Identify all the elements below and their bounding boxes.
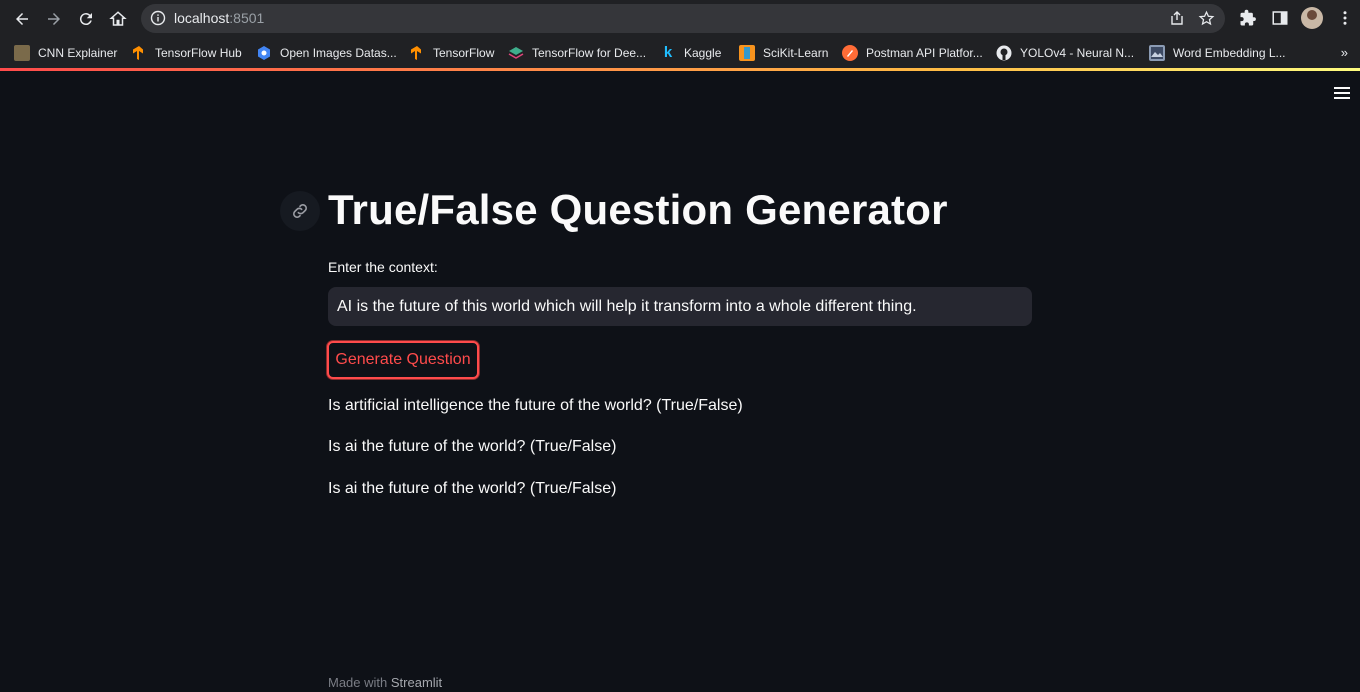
streamlit-link[interactable]: Streamlit [391,675,442,690]
forward-button[interactable] [42,7,66,31]
address-bar[interactable]: localhost:8501 [141,4,1225,33]
tensorflow-icon [133,46,143,60]
header-anchor-link[interactable] [280,191,320,231]
postman-icon [842,45,858,61]
bookmark-item[interactable]: Open Images Datas... [256,43,397,63]
url-host: localhost [174,10,230,26]
star-icon[interactable] [1198,10,1215,27]
bookmark-label: SciKit-Learn [763,46,829,60]
bookmark-item[interactable]: Word Embedding L... [1149,43,1286,63]
stack-icon [508,47,524,59]
bookmark-label: TensorFlow for Dee... [532,46,647,60]
arrow-right-icon [48,13,60,25]
url-port: :8501 [229,10,265,26]
bookmark-item[interactable]: TensorFlow Hub [131,43,242,63]
bookmark-item[interactable]: SciKit-Learn [739,43,828,63]
bookmark-label: Open Images Datas... [280,46,397,60]
footer: Made with Streamlit [328,675,442,690]
home-button[interactable] [106,7,130,31]
context-input-label: Enter the context: [328,259,438,275]
generated-question: Is ai the future of the world? (True/Fal… [328,438,617,455]
bookmark-label: TensorFlow [433,46,495,60]
bookmark-item[interactable]: k Kaggle [660,43,722,63]
generate-question-button[interactable]: Generate Question [327,341,479,379]
menu-line [1334,97,1350,99]
profile-avatar[interactable] [1301,7,1323,29]
bookmark-item[interactable]: Postman API Platfor... [842,43,983,63]
streamlit-decoration-bar [0,68,1360,71]
bookmark-item[interactable]: TensorFlow for Dee... [508,43,646,63]
browser-toolbar: localhost:8501 [0,0,1360,37]
more-vertical-icon[interactable] [1336,9,1354,27]
scikit-icon [739,45,755,61]
bookmarks-overflow-button[interactable]: » [1341,45,1348,60]
bookmark-label: YOLOv4 - Neural N... [1020,46,1135,60]
footer-text: Made with [328,675,391,690]
url-text: localhost:8501 [174,10,264,26]
bookmark-item[interactable]: TensorFlow [409,43,494,63]
github-icon [996,45,1012,61]
bookmark-label: CNN Explainer [38,46,118,60]
bookmarks-bar: CNN Explainer TensorFlow Hub Open Images… [0,37,1360,68]
bookmark-label: Word Embedding L... [1173,46,1286,60]
arrow-left-icon [16,13,28,25]
menu-line [1334,87,1350,89]
kaggle-icon: k [663,44,673,61]
info-icon[interactable] [150,10,166,26]
context-input[interactable] [328,287,1032,326]
bookmark-item[interactable]: CNN Explainer [14,43,117,63]
extensions-icon[interactable] [1239,9,1257,27]
menu-line [1334,92,1350,94]
generated-question: Is ai the future of the world? (True/Fal… [328,480,617,497]
bookmark-label: TensorFlow Hub [155,46,242,60]
reload-icon [79,13,92,26]
back-button[interactable] [10,7,34,31]
tensorflow-icon [411,46,421,60]
bookmark-label: Kaggle [684,46,722,60]
image-icon [1149,45,1165,61]
main-menu-button[interactable] [1334,87,1350,101]
generated-question: Is artificial intelligence the future of… [328,397,743,414]
google-cloud-icon [258,46,270,60]
bookmark-item[interactable]: YOLOv4 - Neural N... [996,43,1134,63]
reload-button[interactable] [74,7,98,31]
link-icon [293,204,307,218]
side-panel-icon[interactable] [1271,9,1289,27]
page-title: True/False Question Generator [328,186,948,233]
bookmark-label: Postman API Platfor... [866,46,983,60]
share-icon[interactable] [1169,10,1185,26]
cnn-explainer-icon [14,45,30,61]
home-icon [109,11,127,26]
